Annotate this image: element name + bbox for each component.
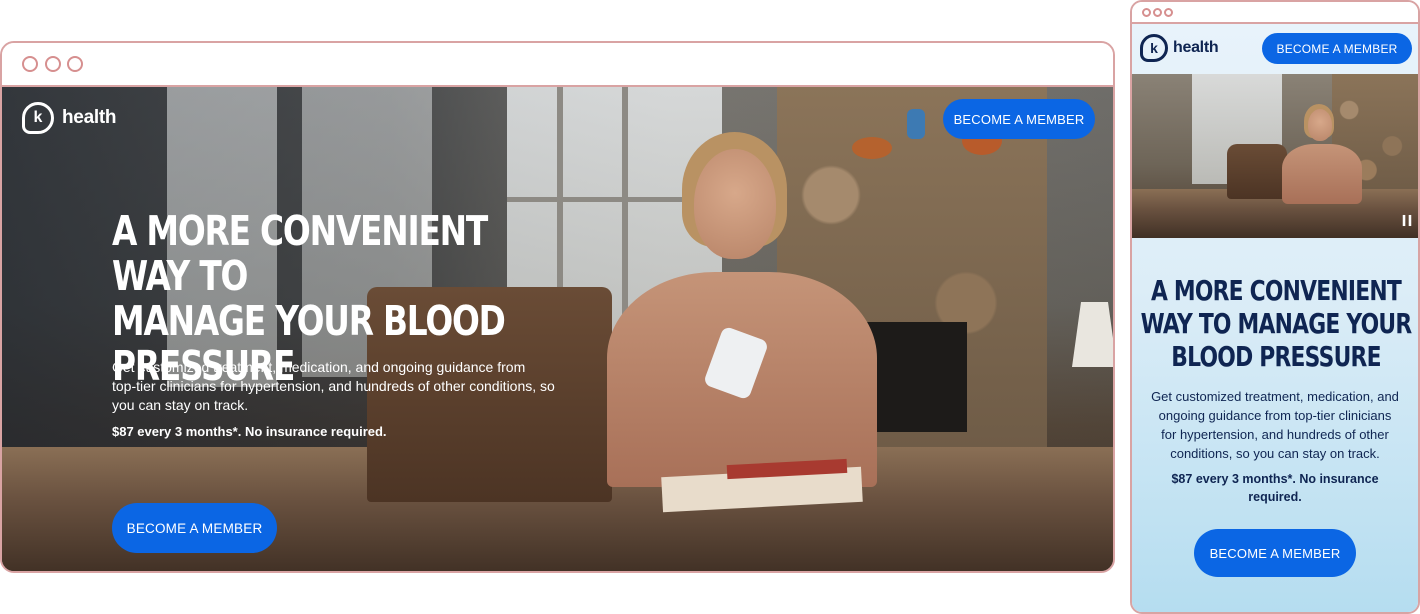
price-line: $87 every 3 months*. No insurance — [1171, 472, 1379, 486]
hero-headline: A MORE CONVENIENT WAY TO MANAGE YOUR BLO… — [1132, 274, 1418, 373]
subtext-line: for hypertension, and hundreds of other — [1161, 427, 1389, 442]
hero-video: k health BECOME A MEMBER A MORE CONVENIE… — [2, 87, 1113, 571]
hero-subtext: Get customized treatment, medication, an… — [112, 358, 572, 415]
window-dot-icon — [1142, 8, 1151, 17]
subtext-line: you can stay on track. — [112, 397, 249, 413]
browser-toolbar — [2, 43, 1113, 87]
mobile-browser-frame: k health BECOME A MEMBER A MORE CONVENIE… — [1130, 0, 1420, 614]
window-dot-icon — [1153, 8, 1162, 17]
hero-subtext: Get customized treatment, medication, an… — [1132, 387, 1418, 463]
shelf-decor — [907, 109, 925, 139]
hero-video — [1132, 74, 1418, 238]
mobile-page: k health BECOME A MEMBER A MORE CONVENIE… — [1132, 24, 1418, 612]
person-face — [694, 149, 776, 259]
headline-line: MANAGE YOUR BLOOD — [112, 297, 506, 345]
window-dot-icon — [67, 56, 83, 72]
window-dot-icon — [45, 56, 61, 72]
window-dot-icon — [1164, 8, 1173, 17]
brand-logo[interactable]: k health — [1140, 34, 1219, 62]
subtext-line: Get customized treatment, medication, an… — [1151, 389, 1399, 404]
headline-line: BLOOD PRESSURE — [1171, 340, 1381, 373]
person-face — [1308, 109, 1332, 141]
k-logo-icon: k — [1140, 34, 1168, 62]
person-body — [1282, 144, 1362, 204]
hero-become-member-button[interactable]: BECOME A MEMBER — [112, 503, 277, 553]
handbag — [1227, 144, 1287, 199]
nav-become-member-button[interactable]: BECOME A MEMBER — [1262, 33, 1412, 64]
brand-name: health — [1173, 39, 1219, 56]
price-line: required. — [1248, 490, 1302, 504]
shelf-decor — [852, 137, 892, 159]
headline-line: WAY TO MANAGE YOUR — [1140, 307, 1413, 340]
price-text: $87 every 3 months*. No insurance requir… — [112, 424, 387, 439]
window-dot-icon — [22, 56, 38, 72]
subtext-line: ongoing guidance from top-tier clinician… — [1158, 408, 1392, 423]
subtext-line: Get customized treatment, medication, an… — [112, 359, 526, 375]
brand-name: health — [62, 107, 117, 128]
nav-become-member-button[interactable]: BECOME A MEMBER — [943, 99, 1095, 139]
browser-toolbar — [1132, 2, 1418, 24]
subtext-line: conditions, so you can stay on track. — [1170, 446, 1380, 461]
price-text: $87 every 3 months*. No insurance requir… — [1132, 470, 1418, 506]
pause-icon[interactable] — [1402, 214, 1412, 227]
subtext-line: top-tier clinicians for hypertension, an… — [112, 378, 555, 394]
headline-line: A MORE CONVENIENT WAY TO — [112, 207, 488, 300]
lamp — [1072, 302, 1113, 367]
headline-line: A MORE CONVENIENT — [1150, 274, 1402, 307]
brand-logo[interactable]: k health — [22, 102, 116, 134]
hero-become-member-button[interactable]: BECOME A MEMBER — [1194, 529, 1356, 577]
k-logo-icon: k — [22, 102, 54, 134]
desktop-browser-frame: k health BECOME A MEMBER A MORE CONVENIE… — [0, 41, 1115, 573]
